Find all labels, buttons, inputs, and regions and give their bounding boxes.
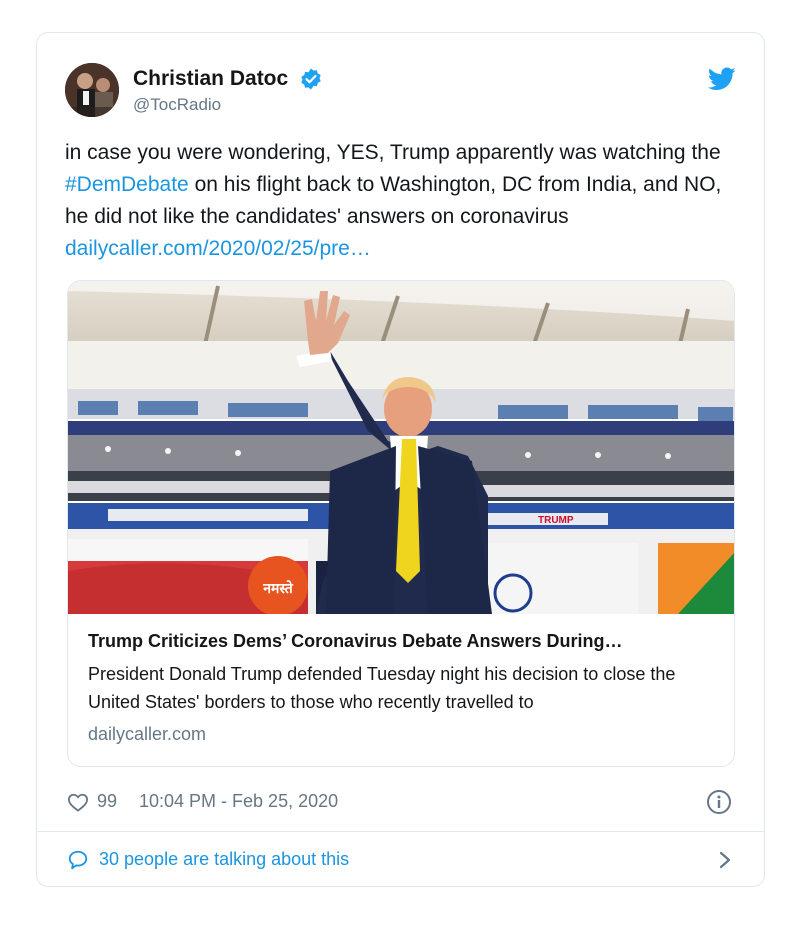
banner-text: नमस्ते (262, 580, 294, 597)
display-name[interactable]: Christian Datoc (133, 67, 288, 91)
card-image: TRUMP नमस्ते (68, 281, 734, 616)
article-link[interactable]: dailycaller.com/2020/02/25/pre… (65, 237, 371, 260)
sign-text: TRUMP (538, 515, 574, 526)
like-count[interactable]: 99 (97, 791, 117, 812)
timestamp[interactable]: 10:04 PM - Feb 25, 2020 (139, 791, 338, 812)
info-icon[interactable] (706, 789, 732, 815)
link-preview-card[interactable]: TRUMP नमस्ते Trump Criticizes Dems’ Coro… (67, 280, 735, 767)
card-domain: dailycaller.com (88, 724, 207, 744)
heart-icon[interactable] (67, 792, 89, 812)
hashtag-link[interactable]: #DemDebate (65, 173, 189, 196)
verified-icon (299, 67, 323, 91)
tweet-text: in case you were wondering, YES, Trump a… (65, 141, 722, 260)
speech-bubble-icon (67, 849, 89, 871)
user-handle[interactable]: @TocRadio (133, 95, 323, 115)
card-description: President Donald Trump defended Tuesday … (88, 664, 676, 712)
conversation-link[interactable]: 30 people are talking about this (67, 843, 734, 877)
twitter-bird-icon[interactable] (707, 67, 736, 91)
card-title[interactable]: Trump Criticizes Dems’ Coronavirus Debat… (88, 631, 718, 652)
tweet-header: Christian Datoc @TocRadio (65, 61, 736, 121)
divider (37, 831, 764, 832)
avatar[interactable] (65, 63, 119, 117)
chevron-right-icon[interactable] (718, 849, 732, 871)
tweet-meta: 99 10:04 PM - Feb 25, 2020 (67, 788, 734, 818)
tweet-card[interactable]: Christian Datoc @TocRadio in case you we… (36, 32, 765, 887)
talking-label[interactable]: 30 people are talking about this (99, 849, 349, 870)
